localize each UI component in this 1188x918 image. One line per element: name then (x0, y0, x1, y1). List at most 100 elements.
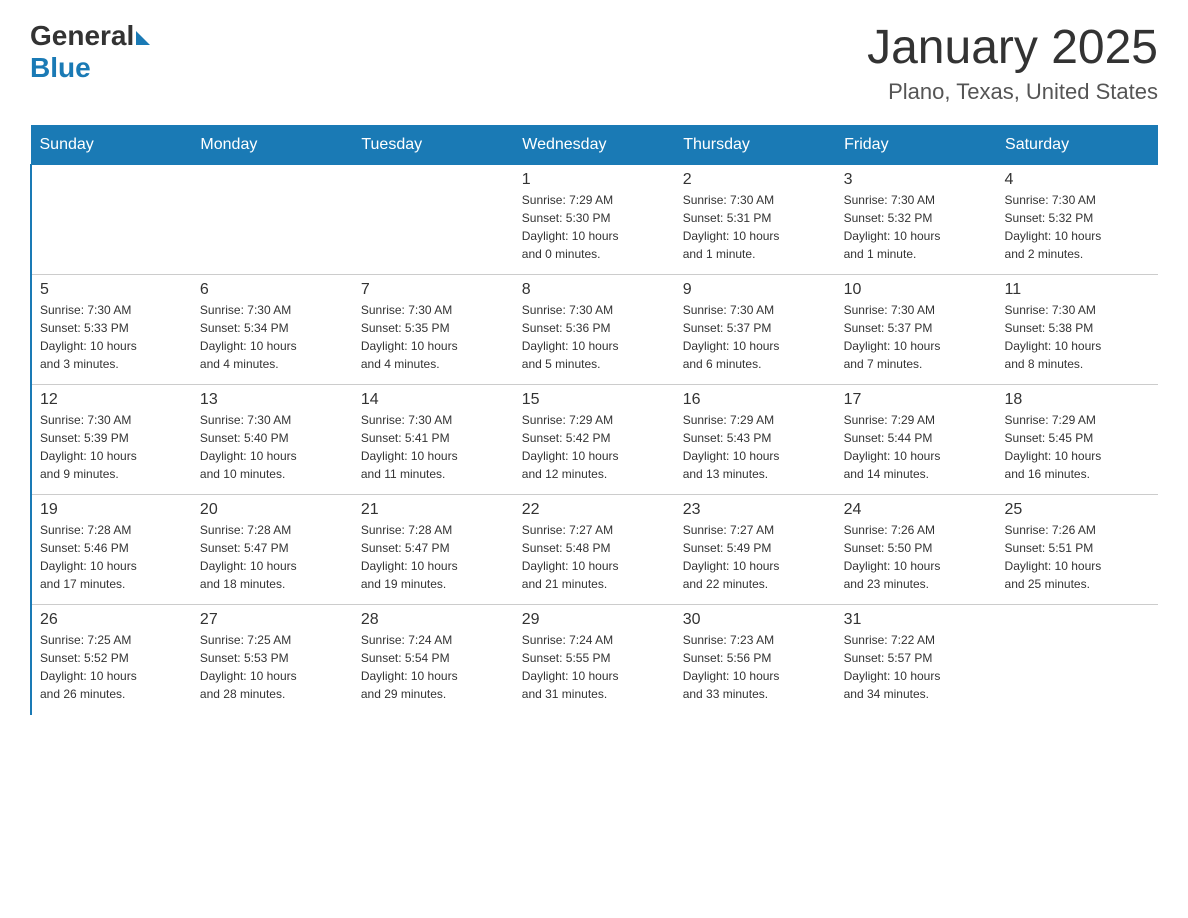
day-cell: 21Sunrise: 7:28 AMSunset: 5:47 PMDayligh… (353, 495, 514, 605)
day-number: 4 (1005, 171, 1150, 189)
day-info: Sunrise: 7:30 AMSunset: 5:32 PMDaylight:… (1005, 191, 1150, 263)
day-info: Sunrise: 7:30 AMSunset: 5:37 PMDaylight:… (683, 301, 828, 373)
day-cell: 28 Sunrise: 7:24 AMSunset: 5:54 PMDayligh… (353, 605, 514, 715)
day-cell: 26Sunrise: 7:25 AMSunset: 5:52 PMDayligh… (31, 605, 192, 715)
day-cell: 25 Sunrise: 7:26 AMSunset: 5:51 PMDayligh… (997, 495, 1158, 605)
day-number: 28 (361, 611, 506, 629)
day-info: Sunrise: 7:30 AMSunset: 5:32 PMDaylight:… (844, 191, 989, 263)
day-info: Sunrise: 7:30 AMSunset: 5:33 PMDaylight:… (40, 301, 184, 373)
day-info: Sunrise: 7:30 AMSunset: 5:37 PMDaylight:… (844, 301, 989, 373)
day-cell: 13 Sunrise: 7:30 AMSunset: 5:40 PMDayligh… (192, 385, 353, 495)
calendar-title: January 2025 (867, 20, 1158, 75)
day-cell: 6 Sunrise: 7:30 AMSunset: 5:34 PMDaylight… (192, 275, 353, 385)
day-info: Sunrise: 7:27 AMSunset: 5:48 PMDaylight:… (522, 521, 667, 593)
day-info: Sunrise: 7:26 AMSunset: 5:51 PMDaylight:… (1005, 521, 1150, 593)
day-number: 19 (40, 501, 184, 519)
day-info: Sunrise: 7:30 AMSunset: 5:38 PMDaylight:… (1005, 301, 1150, 373)
day-number: 22 (522, 501, 667, 519)
day-number: 10 (844, 281, 989, 299)
day-cell: 14Sunrise: 7:30 AMSunset: 5:41 PMDayligh… (353, 385, 514, 495)
day-cell: 29Sunrise: 7:24 AMSunset: 5:55 PMDayligh… (514, 605, 675, 715)
week-row-1: 1 Sunrise: 7:29 AMSunset: 5:30 PMDaylight… (31, 165, 1158, 275)
day-cell: 1 Sunrise: 7:29 AMSunset: 5:30 PMDaylight… (514, 165, 675, 275)
day-info: Sunrise: 7:24 AMSunset: 5:55 PMDaylight:… (522, 631, 667, 703)
day-cell: 16 Sunrise: 7:29 AMSunset: 5:43 PMDayligh… (675, 385, 836, 495)
day-info: Sunrise: 7:26 AMSunset: 5:50 PMDaylight:… (844, 521, 989, 593)
day-number: 9 (683, 281, 828, 299)
day-info: Sunrise: 7:29 AMSunset: 5:45 PMDaylight:… (1005, 411, 1150, 483)
day-cell (353, 165, 514, 275)
day-number: 8 (522, 281, 667, 299)
day-cell: 5 Sunrise: 7:30 AMSunset: 5:33 PMDaylight… (31, 275, 192, 385)
day-cell: 27 Sunrise: 7:25 AMSunset: 5:53 PMDayligh… (192, 605, 353, 715)
day-number: 18 (1005, 391, 1150, 409)
logo-blue-text: Blue (30, 52, 150, 84)
day-info: Sunrise: 7:25 AMSunset: 5:53 PMDaylight:… (200, 631, 345, 703)
day-number: 13 (200, 391, 345, 409)
header-cell-wednesday: Wednesday (514, 126, 675, 165)
day-cell: 10 Sunrise: 7:30 AMSunset: 5:37 PMDayligh… (836, 275, 997, 385)
title-section: January 2025 Plano, Texas, United States (867, 20, 1158, 105)
day-cell: 22 Sunrise: 7:27 AMSunset: 5:48 PMDayligh… (514, 495, 675, 605)
week-row-5: 26Sunrise: 7:25 AMSunset: 5:52 PMDayligh… (31, 605, 1158, 715)
day-cell: 2Sunrise: 7:30 AMSunset: 5:31 PMDaylight… (675, 165, 836, 275)
day-cell: 8 Sunrise: 7:30 AMSunset: 5:36 PMDaylight… (514, 275, 675, 385)
day-number: 26 (40, 611, 184, 629)
day-cell (997, 605, 1158, 715)
day-info: Sunrise: 7:23 AMSunset: 5:56 PMDaylight:… (683, 631, 828, 703)
header-cell-sunday: Sunday (31, 126, 192, 165)
header-cell-thursday: Thursday (675, 126, 836, 165)
logo: General Blue (30, 20, 150, 84)
day-info: Sunrise: 7:29 AMSunset: 5:43 PMDaylight:… (683, 411, 828, 483)
header-cell-tuesday: Tuesday (353, 126, 514, 165)
day-number: 1 (522, 171, 667, 189)
day-cell: 15 Sunrise: 7:29 AMSunset: 5:42 PMDayligh… (514, 385, 675, 495)
day-cell: 18 Sunrise: 7:29 AMSunset: 5:45 PMDayligh… (997, 385, 1158, 495)
header-cell-saturday: Saturday (997, 126, 1158, 165)
day-info: Sunrise: 7:29 AMSunset: 5:44 PMDaylight:… (844, 411, 989, 483)
day-number: 16 (683, 391, 828, 409)
week-row-2: 5 Sunrise: 7:30 AMSunset: 5:33 PMDaylight… (31, 275, 1158, 385)
header-row: SundayMondayTuesdayWednesdayThursdayFrid… (31, 126, 1158, 165)
day-cell: 4 Sunrise: 7:30 AMSunset: 5:32 PMDaylight… (997, 165, 1158, 275)
calendar-subtitle: Plano, Texas, United States (867, 79, 1158, 105)
day-info: Sunrise: 7:30 AMSunset: 5:34 PMDaylight:… (200, 301, 345, 373)
logo-general-text: General (30, 20, 134, 52)
day-number: 3 (844, 171, 989, 189)
day-cell: 3 Sunrise: 7:30 AMSunset: 5:32 PMDaylight… (836, 165, 997, 275)
day-cell: 23Sunrise: 7:27 AMSunset: 5:49 PMDayligh… (675, 495, 836, 605)
day-cell: 11 Sunrise: 7:30 AMSunset: 5:38 PMDayligh… (997, 275, 1158, 385)
day-cell: 17Sunrise: 7:29 AMSunset: 5:44 PMDayligh… (836, 385, 997, 495)
day-number: 12 (40, 391, 184, 409)
day-info: Sunrise: 7:24 AMSunset: 5:54 PMDaylight:… (361, 631, 506, 703)
day-number: 30 (683, 611, 828, 629)
day-info: Sunrise: 7:30 AMSunset: 5:39 PMDaylight:… (40, 411, 184, 483)
header-cell-monday: Monday (192, 126, 353, 165)
day-number: 11 (1005, 281, 1150, 299)
day-info: Sunrise: 7:27 AMSunset: 5:49 PMDaylight:… (683, 521, 828, 593)
day-number: 21 (361, 501, 506, 519)
day-cell (31, 165, 192, 275)
calendar-table: SundayMondayTuesdayWednesdayThursdayFrid… (30, 125, 1158, 715)
day-number: 5 (40, 281, 184, 299)
day-cell: 31Sunrise: 7:22 AMSunset: 5:57 PMDayligh… (836, 605, 997, 715)
day-info: Sunrise: 7:29 AMSunset: 5:42 PMDaylight:… (522, 411, 667, 483)
day-number: 25 (1005, 501, 1150, 519)
day-info: Sunrise: 7:30 AMSunset: 5:31 PMDaylight:… (683, 191, 828, 263)
day-number: 20 (200, 501, 345, 519)
day-cell: 19Sunrise: 7:28 AMSunset: 5:46 PMDayligh… (31, 495, 192, 605)
page-header: General Blue January 2025 Plano, Texas, … (30, 20, 1158, 105)
day-number: 15 (522, 391, 667, 409)
day-number: 14 (361, 391, 506, 409)
day-cell: 7Sunrise: 7:30 AMSunset: 5:35 PMDaylight… (353, 275, 514, 385)
day-info: Sunrise: 7:22 AMSunset: 5:57 PMDaylight:… (844, 631, 989, 703)
day-info: Sunrise: 7:30 AMSunset: 5:36 PMDaylight:… (522, 301, 667, 373)
day-number: 6 (200, 281, 345, 299)
day-number: 27 (200, 611, 345, 629)
day-number: 24 (844, 501, 989, 519)
day-info: Sunrise: 7:30 AMSunset: 5:35 PMDaylight:… (361, 301, 506, 373)
day-info: Sunrise: 7:30 AMSunset: 5:40 PMDaylight:… (200, 411, 345, 483)
day-cell: 9 Sunrise: 7:30 AMSunset: 5:37 PMDaylight… (675, 275, 836, 385)
day-info: Sunrise: 7:29 AMSunset: 5:30 PMDaylight:… (522, 191, 667, 263)
day-cell: 30 Sunrise: 7:23 AMSunset: 5:56 PMDayligh… (675, 605, 836, 715)
